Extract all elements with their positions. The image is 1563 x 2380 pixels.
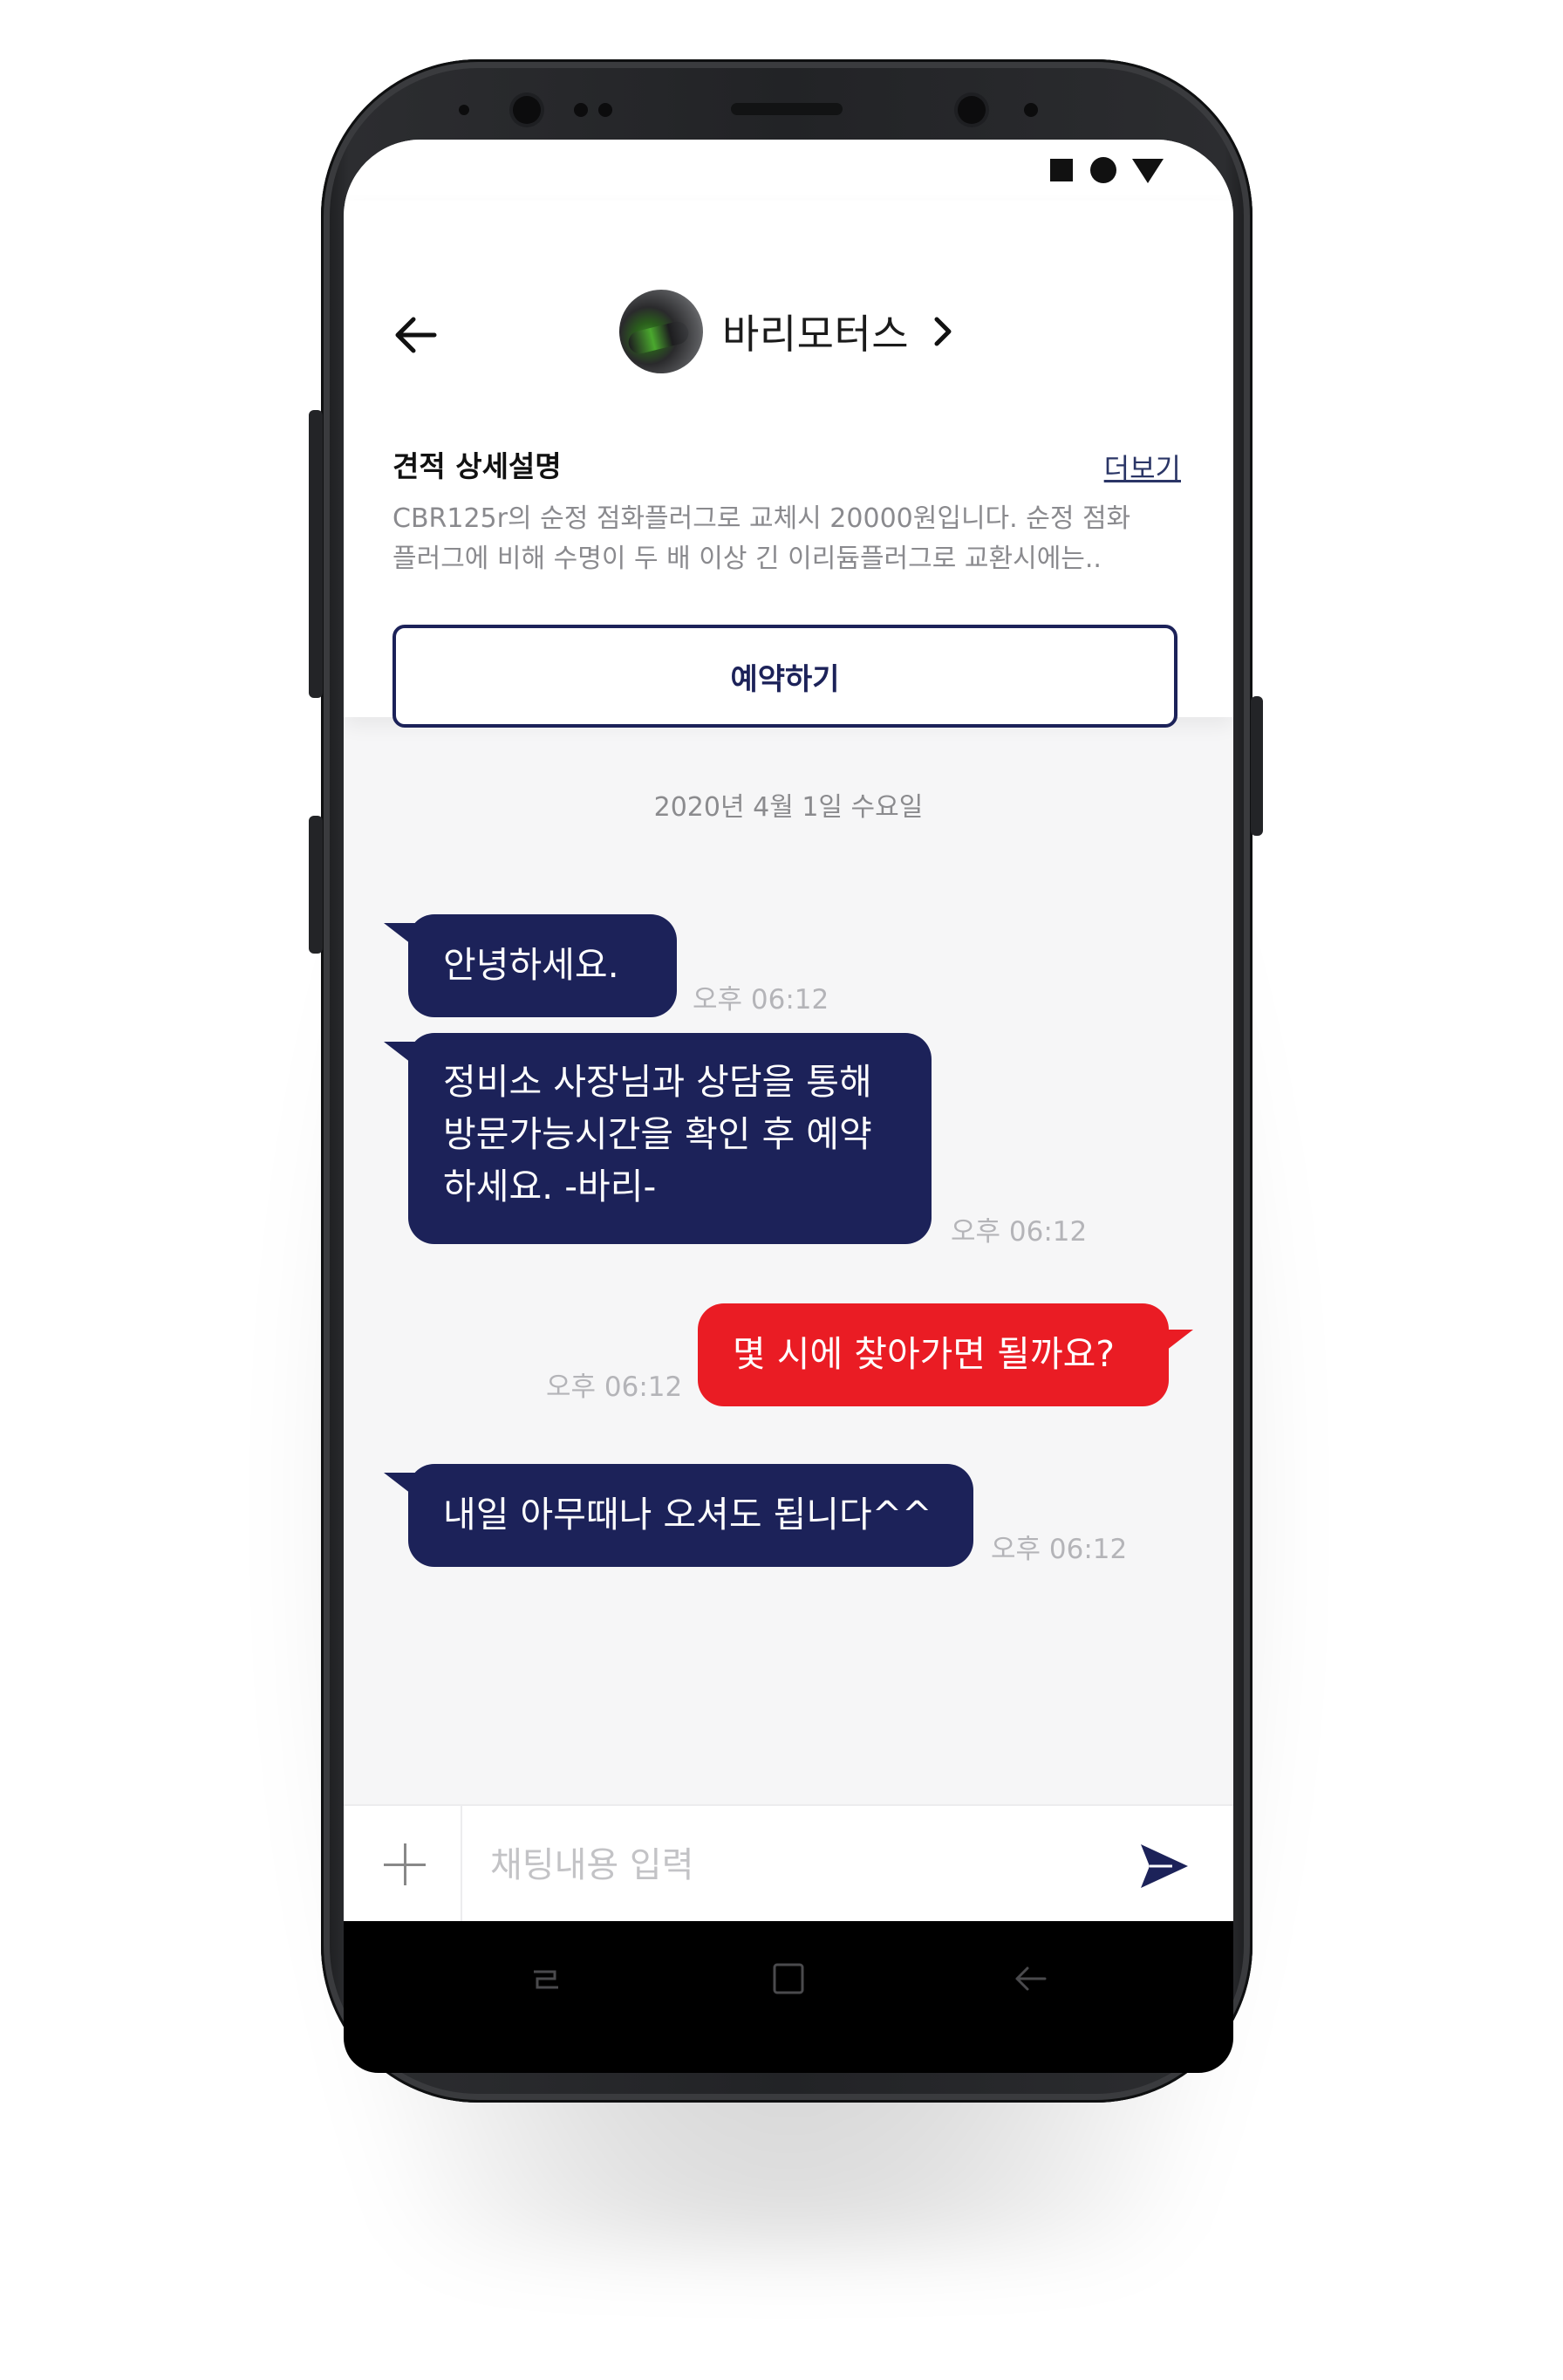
- back-nav-icon[interactable]: [1010, 1958, 1052, 2000]
- message-text: 안녕하세요.: [443, 944, 619, 986]
- phone-chin: [344, 2038, 1233, 2073]
- estimate-header-card: 바리모터스 견적 상세설명 더보기 CBR125r의 순정 점화플러그로 교체시…: [344, 201, 1233, 728]
- more-link[interactable]: 더보기: [1104, 447, 1181, 487]
- shop-profile-link[interactable]: 바리모터스: [619, 288, 954, 375]
- message-time: 오후 06:12: [693, 984, 829, 1016]
- sensor-dot-icon: [598, 103, 612, 117]
- bubble-tail: [384, 1042, 422, 1071]
- reserve-button[interactable]: 예약하기: [392, 625, 1177, 728]
- sensor-dot-icon: [1024, 103, 1038, 117]
- chevron-right-icon: [934, 317, 952, 346]
- triangle-icon: [1132, 159, 1164, 183]
- arrow-left-icon[interactable]: [391, 311, 440, 359]
- estimate-title: 견적 상세설명: [392, 449, 562, 483]
- square-icon: [1050, 159, 1073, 181]
- recent-apps-icon[interactable]: [525, 1958, 567, 2000]
- sensor-dot-icon: [574, 103, 588, 117]
- message-bubble-incoming: 내일 아무때나 오셔도 됩니다^^: [384, 1464, 973, 1567]
- send-icon[interactable]: [1137, 1841, 1191, 1891]
- earpiece-speaker: [731, 103, 843, 115]
- message-time: 오후 06:12: [951, 1216, 1088, 1248]
- home-icon[interactable]: [768, 1958, 809, 2000]
- sensor-dot-icon: [459, 105, 469, 115]
- power-button: [1251, 696, 1263, 836]
- chat-input[interactable]: [488, 1830, 1085, 1900]
- iris-camera-icon: [958, 96, 986, 124]
- message-text: 내일 아무때나 오셔도 됩니다^^: [443, 1494, 932, 1535]
- estimate-description: CBR125r의 순정 점화플러그로 교체시 20000원입니다. 순정 점화 …: [392, 499, 1177, 579]
- estimate-description-line: 플러그에 비해 수명이 두 배 이상 긴 이리듐플러그로 교환시에는..: [392, 544, 1102, 574]
- message-bubble-incoming: 안녕하세요.: [384, 914, 677, 1017]
- message-bubble-outgoing: 몇 시에 찾아가면 될까요?: [698, 1303, 1193, 1406]
- circle-icon: [1090, 157, 1116, 183]
- estimate-description-line: CBR125r의 순정 점화플러그로 교체시 20000원입니다. 순정 점화: [392, 503, 1131, 534]
- front-camera-icon: [513, 96, 541, 124]
- message-time: 오후 06:12: [991, 1534, 1128, 1565]
- bubble-tail: [384, 923, 422, 953]
- status-bar: [344, 140, 1233, 201]
- message-text: 방문가능시간을 확인 후 예약: [443, 1113, 872, 1155]
- navigation-bar: [344, 1921, 1233, 2038]
- message-text: 하세요. -바리-: [443, 1166, 657, 1207]
- date-separator: 2020년 4월 1일 수요일: [653, 792, 924, 823]
- plus-icon[interactable]: [344, 1806, 462, 1923]
- message-text: 몇 시에 찾아가면 될까요?: [733, 1333, 1116, 1375]
- volume-up-button: [309, 410, 323, 698]
- message-time: 오후 06:12: [546, 1371, 683, 1403]
- chat-composer: [344, 1804, 1233, 1923]
- volume-down-button: [309, 816, 323, 954]
- bubble-tail: [1155, 1330, 1193, 1359]
- shop-name: 바리모터스: [722, 311, 910, 358]
- bubble-tail: [384, 1473, 422, 1502]
- screen: 바리모터스 견적 상세설명 더보기 CBR125r의 순정 점화플러그로 교체시…: [344, 140, 1233, 2038]
- message-bubble-incoming: 정비소 사장님과 상담을 통해 방문가능시간을 확인 후 예약 하세요. -바리…: [384, 1033, 932, 1244]
- message-text: 정비소 사장님과 상담을 통해: [443, 1061, 872, 1103]
- motorcycle-avatar: [619, 290, 703, 373]
